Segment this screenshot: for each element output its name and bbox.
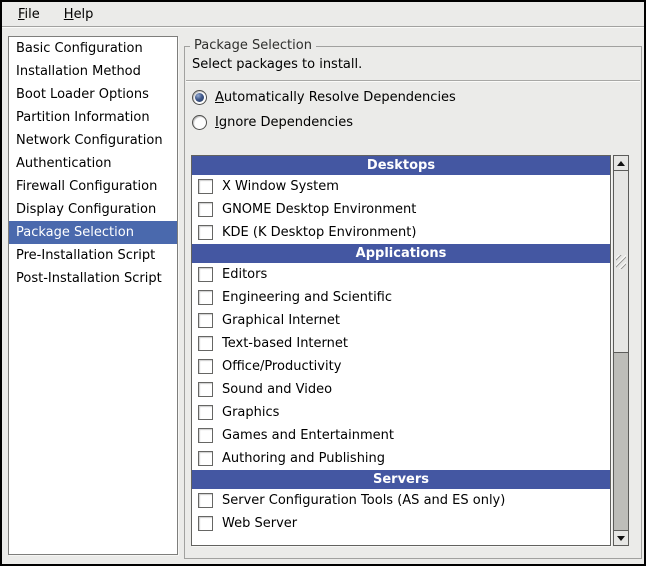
radio-row-auto-resolve: Automatically Resolve Dependencies xyxy=(192,88,456,106)
package-label[interactable]: Games and Entertainment xyxy=(222,428,394,443)
package-row-web-server: Web Server xyxy=(192,512,610,535)
sidebar-item-basic-configuration[interactable]: Basic Configuration xyxy=(9,37,177,60)
package-selection-group: Package Selection Select packages to ins… xyxy=(184,46,642,559)
package-row-kde-k-desktop-environment: KDE (K Desktop Environment) xyxy=(192,221,610,244)
package-row-authoring-and-publishing: Authoring and Publishing xyxy=(192,447,610,470)
checkbox-graphical-internet[interactable] xyxy=(198,313,213,328)
arrow-up-icon xyxy=(617,161,625,166)
package-row-sound-and-video: Sound and Video xyxy=(192,378,610,401)
section-header-applications: Applications xyxy=(192,244,610,263)
radio-row-ignore: Ignore Dependencies xyxy=(192,113,353,131)
checkbox-engineering-and-scientific[interactable] xyxy=(198,290,213,305)
checkbox-gnome-desktop-environment[interactable] xyxy=(198,202,213,217)
section-header-desktops: Desktops xyxy=(192,156,610,175)
package-label[interactable]: GNOME Desktop Environment xyxy=(222,202,416,217)
package-label[interactable]: Authoring and Publishing xyxy=(222,451,385,466)
menu-file[interactable]: File xyxy=(8,5,50,24)
menubar: File Help xyxy=(2,2,644,27)
package-label[interactable]: Server Configuration Tools (AS and ES on… xyxy=(222,493,505,508)
package-label[interactable]: Web Server xyxy=(222,516,297,531)
checkbox-office-productivity[interactable] xyxy=(198,359,213,374)
sidebar-item-network-configuration[interactable]: Network Configuration xyxy=(9,129,177,152)
checkbox-graphics[interactable] xyxy=(198,405,213,420)
package-label[interactable]: Editors xyxy=(222,267,267,282)
radio-auto-resolve-label[interactable]: Automatically Resolve Dependencies xyxy=(215,90,456,105)
checkbox-kde-k-desktop-environment[interactable] xyxy=(198,225,213,240)
sidebar-item-package-selection[interactable]: Package Selection xyxy=(9,221,177,244)
sidebar-item-partition-information[interactable]: Partition Information xyxy=(9,106,177,129)
scrollbar-thumb[interactable] xyxy=(614,171,628,353)
package-row-x-window-system: X Window System xyxy=(192,175,610,198)
package-row-server-configuration-tools-as-and-es-only: Server Configuration Tools (AS and ES on… xyxy=(192,489,610,512)
package-list-scrollbar[interactable] xyxy=(613,155,629,546)
checkbox-games-and-entertainment[interactable] xyxy=(198,428,213,443)
package-label[interactable]: Engineering and Scientific xyxy=(222,290,392,305)
package-row-office-productivity: Office/Productivity xyxy=(192,355,610,378)
kickstart-configurator-window: File Help Basic ConfigurationInstallatio… xyxy=(0,0,646,566)
package-label[interactable]: KDE (K Desktop Environment) xyxy=(222,225,416,240)
sidebar-item-authentication[interactable]: Authentication xyxy=(9,152,177,175)
radio-auto-resolve[interactable] xyxy=(192,90,207,105)
package-label[interactable]: X Window System xyxy=(222,179,339,194)
checkbox-sound-and-video[interactable] xyxy=(198,382,213,397)
checkbox-editors[interactable] xyxy=(198,267,213,282)
package-label[interactable]: Sound and Video xyxy=(222,382,332,397)
package-label[interactable]: Text-based Internet xyxy=(222,336,348,351)
package-label[interactable]: Graphical Internet xyxy=(222,313,340,328)
scroll-down-button[interactable] xyxy=(614,530,628,545)
radio-ignore-deps[interactable] xyxy=(192,115,207,130)
package-row-graphical-internet: Graphical Internet xyxy=(192,309,610,332)
sidebar-item-boot-loader-options[interactable]: Boot Loader Options xyxy=(9,83,177,106)
package-row-games-and-entertainment: Games and Entertainment xyxy=(192,424,610,447)
radio-ignore-deps-label[interactable]: Ignore Dependencies xyxy=(215,115,353,130)
sidebar-item-firewall-configuration[interactable]: Firewall Configuration xyxy=(9,175,177,198)
package-label[interactable]: Graphics xyxy=(222,405,279,420)
scroll-up-button[interactable] xyxy=(614,156,628,171)
sidebar-list: Basic ConfigurationInstallation MethodBo… xyxy=(8,36,178,555)
package-row-engineering-and-scientific: Engineering and Scientific xyxy=(192,286,610,309)
package-row-graphics: Graphics xyxy=(192,401,610,424)
arrow-down-icon xyxy=(617,536,625,541)
package-row-gnome-desktop-environment: GNOME Desktop Environment xyxy=(192,198,610,221)
group-title: Package Selection xyxy=(190,38,316,53)
sidebar-item-installation-method[interactable]: Installation Method xyxy=(9,60,177,83)
package-label[interactable]: Office/Productivity xyxy=(222,359,341,374)
section-header-servers: Servers xyxy=(192,470,610,489)
package-row-text-based-internet: Text-based Internet xyxy=(192,332,610,355)
separator-line xyxy=(186,80,640,81)
package-row-editors: Editors xyxy=(192,263,610,286)
menu-help[interactable]: Help xyxy=(54,5,104,24)
checkbox-web-server[interactable] xyxy=(198,516,213,531)
scrollbar-grip-icon xyxy=(616,255,626,269)
checkbox-server-configuration-tools-as-and-es-only[interactable] xyxy=(198,493,213,508)
package-list: Desktops X Window System GNOME Desktop Env… xyxy=(191,155,611,546)
sidebar-item-post-installation-script[interactable]: Post-Installation Script xyxy=(9,267,177,290)
checkbox-text-based-internet[interactable] xyxy=(198,336,213,351)
sidebar-item-display-configuration[interactable]: Display Configuration xyxy=(9,198,177,221)
checkbox-authoring-and-publishing[interactable] xyxy=(198,451,213,466)
checkbox-x-window-system[interactable] xyxy=(198,179,213,194)
sidebar-item-pre-installation-script[interactable]: Pre-Installation Script xyxy=(9,244,177,267)
description-text: Select packages to install. xyxy=(192,57,362,72)
